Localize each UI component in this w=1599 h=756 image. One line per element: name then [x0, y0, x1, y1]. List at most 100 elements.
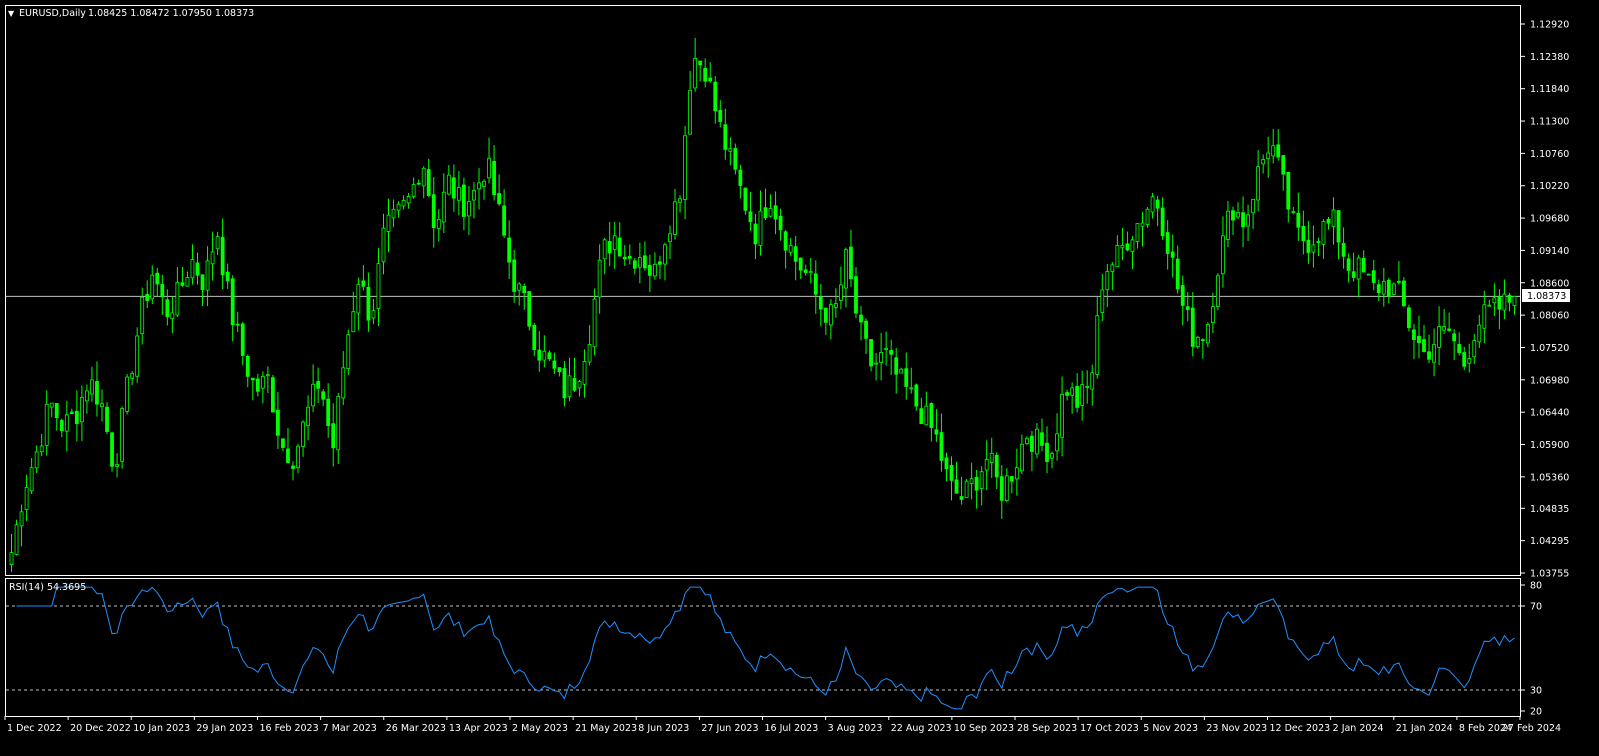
candle-body	[185, 277, 190, 287]
candle-body	[260, 375, 265, 389]
candle-body	[190, 259, 195, 279]
candle-body	[1030, 435, 1034, 452]
candle-body	[597, 259, 602, 298]
candle-body	[1281, 155, 1286, 175]
candle-body	[336, 396, 341, 451]
candle-body	[54, 403, 59, 419]
candle-body	[281, 438, 285, 448]
candle-body	[537, 349, 542, 361]
candle-body	[1145, 208, 1150, 225]
candle-body	[326, 398, 331, 427]
candle-body	[1009, 476, 1014, 482]
candle-body	[180, 282, 185, 286]
candle-body	[1407, 307, 1411, 329]
candle-body	[753, 223, 758, 245]
time-tick-label: 28 Sep 2023	[1017, 723, 1077, 734]
candle-body	[587, 344, 592, 363]
price-tick-label: 1.10760	[1530, 149, 1569, 160]
candle-body	[210, 251, 215, 265]
candle-body	[1512, 295, 1517, 307]
candle-body	[1442, 326, 1447, 331]
candle-body	[1100, 289, 1105, 314]
candle-body	[562, 368, 567, 399]
candle-body	[59, 420, 64, 432]
candle-body	[431, 194, 436, 229]
candle-body	[1065, 392, 1070, 396]
candle-body	[999, 476, 1004, 501]
candle-body	[301, 421, 305, 447]
candle-body	[69, 411, 74, 415]
candle-body	[949, 464, 954, 481]
candle-body	[29, 467, 34, 492]
candle-body	[462, 184, 466, 217]
candle-body	[1391, 283, 1396, 295]
price-tick-label: 1.06980	[1530, 375, 1569, 386]
candle-body	[1386, 279, 1391, 297]
candle-body	[959, 496, 964, 500]
candle-body	[366, 286, 371, 321]
candle-body	[1236, 212, 1240, 218]
price-tick-label: 1.06440	[1530, 408, 1569, 419]
candle-body	[648, 264, 652, 276]
candle-body	[1472, 340, 1477, 358]
candle-body	[125, 376, 130, 412]
candle-body	[270, 377, 275, 413]
candle-body	[924, 405, 929, 426]
time-tick-label: 10 Jan 2023	[133, 723, 190, 734]
candle-body	[1336, 210, 1341, 243]
candle-body	[14, 524, 19, 555]
candle-body	[1110, 264, 1115, 273]
candle-body	[1216, 275, 1220, 307]
candle-body	[472, 190, 476, 201]
candle-body	[552, 360, 557, 369]
candle-body	[396, 203, 401, 211]
candle-body	[698, 60, 703, 66]
candle-body	[527, 291, 532, 327]
candle-body	[1175, 258, 1180, 290]
chart-title-arrow[interactable]: ▼	[8, 9, 15, 18]
candle-body	[346, 334, 351, 369]
candle-body	[44, 403, 49, 446]
rsi-title: RSI(14) 54.3695	[9, 582, 86, 593]
candle-body	[411, 184, 416, 197]
candle-body	[225, 271, 230, 282]
candle-body	[85, 390, 89, 402]
price-tick-label: 1.08060	[1530, 311, 1569, 322]
candle-body	[904, 368, 909, 387]
candle-body	[663, 244, 667, 265]
candle-body	[517, 283, 522, 291]
candle-body	[874, 362, 878, 365]
candle-body	[547, 352, 552, 360]
candle-body	[195, 262, 200, 276]
candle-body	[145, 294, 150, 301]
candle-body	[839, 284, 843, 301]
candle-body	[678, 198, 682, 203]
candle-body	[1326, 218, 1331, 224]
price-tick-label: 1.10220	[1530, 181, 1569, 192]
candle-body	[929, 402, 934, 428]
time-tick-label: 3 Aug 2023	[828, 723, 883, 734]
time-tick-label: 22 Aug 2023	[891, 723, 952, 734]
candle-body	[1316, 241, 1321, 243]
candle-body	[381, 227, 386, 263]
candle-body	[341, 367, 346, 399]
candle-body	[738, 169, 743, 186]
candle-body	[215, 236, 220, 250]
candle-body	[1417, 335, 1421, 344]
price-tick-label: 1.09140	[1530, 246, 1569, 257]
candle-body	[502, 205, 507, 236]
candle-body	[205, 260, 210, 291]
candle-body	[416, 182, 421, 185]
candle-body	[24, 487, 29, 510]
candle-body	[286, 448, 290, 463]
price-tick-label: 1.04835	[1530, 504, 1569, 515]
candle-body	[497, 193, 502, 205]
candle-body	[19, 511, 24, 527]
candle-body	[95, 380, 99, 405]
candle-body	[306, 406, 310, 426]
candle-body	[64, 414, 69, 432]
candle-body	[1271, 145, 1276, 157]
candle-body	[1422, 339, 1426, 353]
candle-body	[869, 339, 873, 367]
candle-body	[1075, 385, 1080, 408]
